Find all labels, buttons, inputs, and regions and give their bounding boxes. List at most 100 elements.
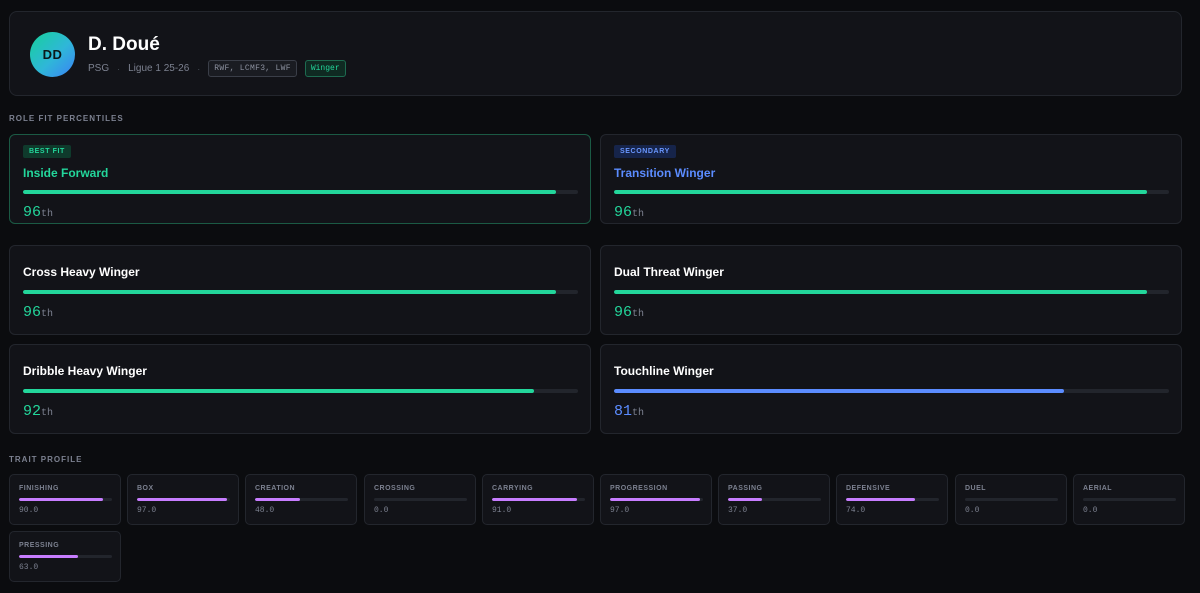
percentile-suffix: th bbox=[632, 408, 645, 419]
trait-card: CROSSING 0.0 bbox=[364, 474, 476, 525]
role-name: Dribble Heavy Winger bbox=[23, 364, 147, 378]
trait-value: 63.0 bbox=[19, 563, 39, 572]
player-avatar: DD bbox=[30, 32, 75, 77]
trait-label: CARRYING bbox=[492, 485, 534, 492]
role-percentile-fill bbox=[23, 190, 556, 194]
role-card: BEST FIT Inside Forward 96th bbox=[9, 134, 591, 224]
meta-separator: · bbox=[197, 63, 201, 74]
role-card: SECONDARY Transition Winger 96th bbox=[600, 134, 1182, 224]
trait-bar bbox=[965, 498, 1058, 501]
club-name: PSG bbox=[88, 63, 110, 74]
trait-value: 48.0 bbox=[255, 506, 275, 515]
trait-value: 37.0 bbox=[728, 506, 748, 515]
role-percentile-fill bbox=[23, 389, 534, 393]
role-percentile-value: 96th bbox=[23, 204, 53, 221]
trait-bar-fill bbox=[610, 498, 701, 501]
role-percentile-fill bbox=[614, 389, 1064, 393]
positions-chip: RWF, LCMF3, LWF bbox=[208, 60, 297, 77]
percentile-suffix: th bbox=[632, 209, 645, 220]
percentile-suffix: th bbox=[41, 209, 54, 220]
player-name: D. Doué bbox=[88, 34, 160, 55]
secondary-badge: SECONDARY bbox=[614, 145, 676, 158]
trait-card: PROGRESSION 97.0 bbox=[600, 474, 712, 525]
role-percentile-value: 96th bbox=[23, 304, 53, 321]
trait-bar-fill bbox=[492, 498, 577, 501]
percentile-suffix: th bbox=[41, 309, 54, 320]
role-percentile-fill bbox=[614, 290, 1147, 294]
trait-card: CARRYING 91.0 bbox=[482, 474, 594, 525]
trait-card: CREATION 48.0 bbox=[245, 474, 357, 525]
trait-label: CROSSING bbox=[374, 485, 416, 492]
percentile-number: 92 bbox=[23, 403, 42, 420]
trait-bar-fill bbox=[137, 498, 228, 501]
role-percentile-bar bbox=[23, 190, 578, 194]
trait-bar bbox=[137, 498, 230, 501]
trait-value: 0.0 bbox=[1083, 506, 1098, 515]
trait-bar-fill bbox=[19, 498, 103, 501]
meta-separator: · bbox=[117, 63, 121, 74]
trait-value: 91.0 bbox=[492, 506, 512, 515]
trait-label: BOX bbox=[137, 485, 154, 492]
role-chip: Winger bbox=[304, 60, 346, 77]
player-header-card: DD D. Doué PSG · Ligue 1 25-26 · RWF, LC… bbox=[9, 11, 1182, 96]
competition-label: Ligue 1 25-26 bbox=[128, 63, 190, 74]
trait-bar-fill bbox=[846, 498, 915, 501]
trait-bar bbox=[610, 498, 703, 501]
percentile-suffix: th bbox=[41, 408, 54, 419]
trait-label: PASSING bbox=[728, 485, 763, 492]
role-percentile-value: 92th bbox=[23, 403, 53, 420]
trait-bar bbox=[846, 498, 939, 501]
trait-card: PRESSING 63.0 bbox=[9, 531, 121, 582]
percentile-number: 81 bbox=[614, 403, 633, 420]
trait-label: PROGRESSION bbox=[610, 485, 668, 492]
trait-card: FINISHING 90.0 bbox=[9, 474, 121, 525]
role-percentile-bar bbox=[23, 389, 578, 393]
role-percentile-value: 96th bbox=[614, 304, 644, 321]
role-percentile-bar bbox=[23, 290, 578, 294]
role-percentile-fill bbox=[614, 190, 1147, 194]
percentile-suffix: th bbox=[632, 309, 645, 320]
trait-profile-section-title: TRAIT PROFILE bbox=[9, 455, 83, 464]
role-name: Cross Heavy Winger bbox=[23, 265, 140, 279]
trait-card: BOX 97.0 bbox=[127, 474, 239, 525]
trait-bar bbox=[728, 498, 821, 501]
trait-label: FINISHING bbox=[19, 485, 59, 492]
role-card: Touchline Winger 81th bbox=[600, 344, 1182, 434]
trait-value: 0.0 bbox=[965, 506, 980, 515]
trait-bar-fill bbox=[255, 498, 300, 501]
player-meta-row: PSG · Ligue 1 25-26 · RWF, LCMF3, LWF Wi… bbox=[88, 60, 346, 77]
trait-value: 0.0 bbox=[374, 506, 389, 515]
trait-label: DEFENSIVE bbox=[846, 485, 891, 492]
trait-bar bbox=[374, 498, 467, 501]
role-name: Dual Threat Winger bbox=[614, 265, 724, 279]
trait-card: DEFENSIVE 74.0 bbox=[836, 474, 948, 525]
role-card: Cross Heavy Winger 96th bbox=[9, 245, 591, 335]
trait-value: 90.0 bbox=[19, 506, 39, 515]
trait-bar-fill bbox=[728, 498, 763, 501]
trait-value: 97.0 bbox=[610, 506, 630, 515]
trait-card: DUEL 0.0 bbox=[955, 474, 1067, 525]
percentile-number: 96 bbox=[23, 304, 42, 321]
role-percentile-bar bbox=[614, 290, 1169, 294]
trait-label: CREATION bbox=[255, 485, 296, 492]
percentile-number: 96 bbox=[614, 204, 633, 221]
trait-bar bbox=[19, 555, 112, 558]
role-name: Touchline Winger bbox=[614, 364, 714, 378]
role-percentile-bar bbox=[614, 389, 1169, 393]
trait-value: 74.0 bbox=[846, 506, 866, 515]
trait-card: PASSING 37.0 bbox=[718, 474, 830, 525]
trait-label: PRESSING bbox=[19, 542, 60, 549]
percentile-number: 96 bbox=[23, 204, 42, 221]
percentile-number: 96 bbox=[614, 304, 633, 321]
trait-bar bbox=[492, 498, 585, 501]
role-card: Dribble Heavy Winger 92th bbox=[9, 344, 591, 434]
trait-bar bbox=[255, 498, 348, 501]
trait-value: 97.0 bbox=[137, 506, 157, 515]
role-card: Dual Threat Winger 96th bbox=[600, 245, 1182, 335]
trait-bar bbox=[19, 498, 112, 501]
role-percentile-fill bbox=[23, 290, 556, 294]
role-percentile-value: 81th bbox=[614, 403, 644, 420]
trait-card: AERIAL 0.0 bbox=[1073, 474, 1185, 525]
role-name: Inside Forward bbox=[23, 166, 109, 180]
role-fit-section-title: ROLE FIT PERCENTILES bbox=[9, 114, 124, 123]
